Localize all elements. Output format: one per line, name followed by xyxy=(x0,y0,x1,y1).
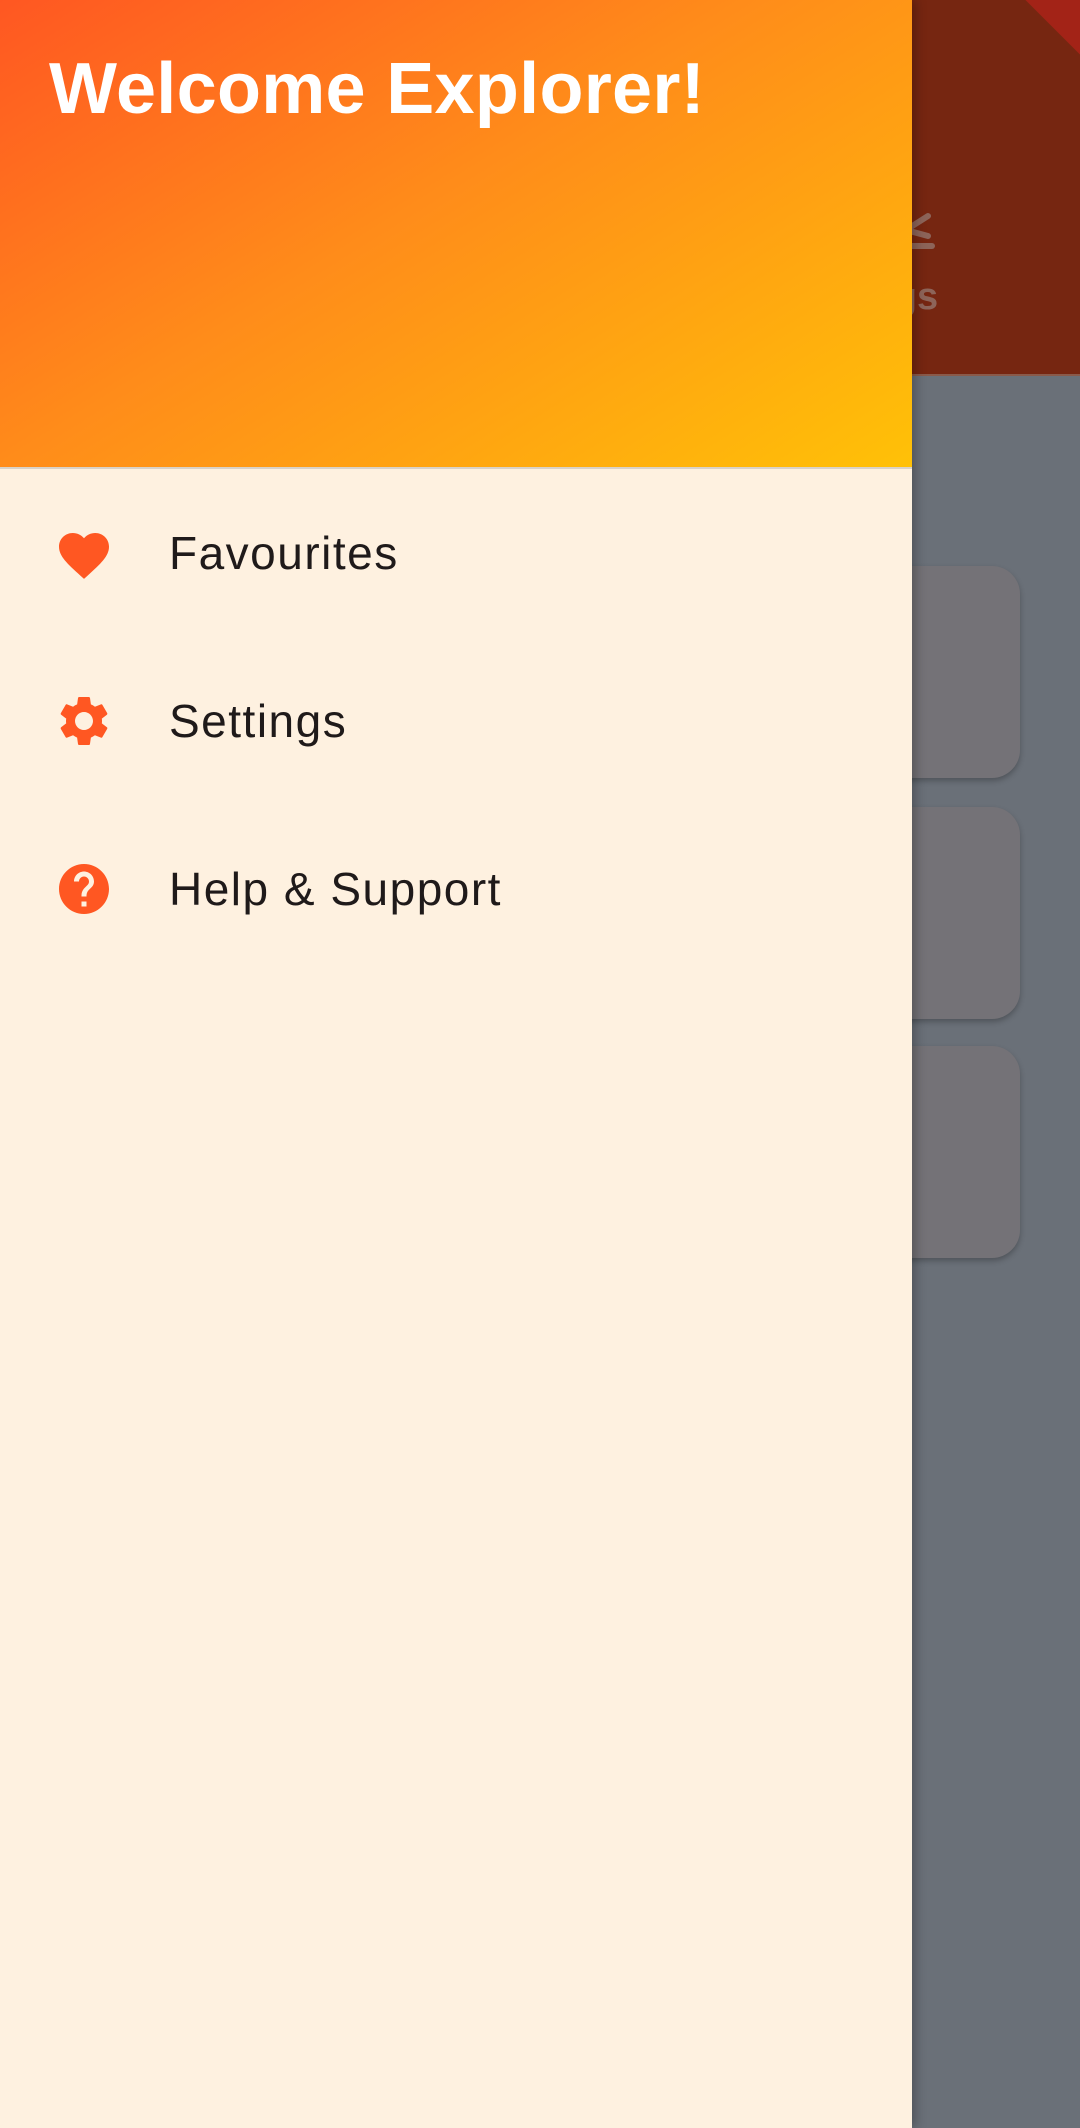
drawer-item-settings[interactable]: Settings xyxy=(0,637,912,805)
drawer-item-favourites[interactable]: Favourites xyxy=(0,469,912,637)
drawer-item-label: Favourites xyxy=(169,527,399,579)
heart-icon xyxy=(54,523,114,583)
drawer-header: Welcome Explorer! xyxy=(0,0,912,469)
gear-icon xyxy=(54,691,114,751)
drawer-item-label: Help & Support xyxy=(169,863,502,915)
drawer-item-help-support[interactable]: Help & Support xyxy=(0,805,912,973)
navigation-drawer: Welcome Explorer! Favourites Settings He… xyxy=(0,0,912,2128)
drawer-title: Welcome Explorer! xyxy=(49,49,705,129)
app-screen: ings Welcome Explorer! Favourites xyxy=(0,0,1080,2128)
debug-ribbon xyxy=(1022,0,1080,83)
drawer-item-label: Settings xyxy=(169,695,348,747)
help-icon xyxy=(54,859,114,919)
